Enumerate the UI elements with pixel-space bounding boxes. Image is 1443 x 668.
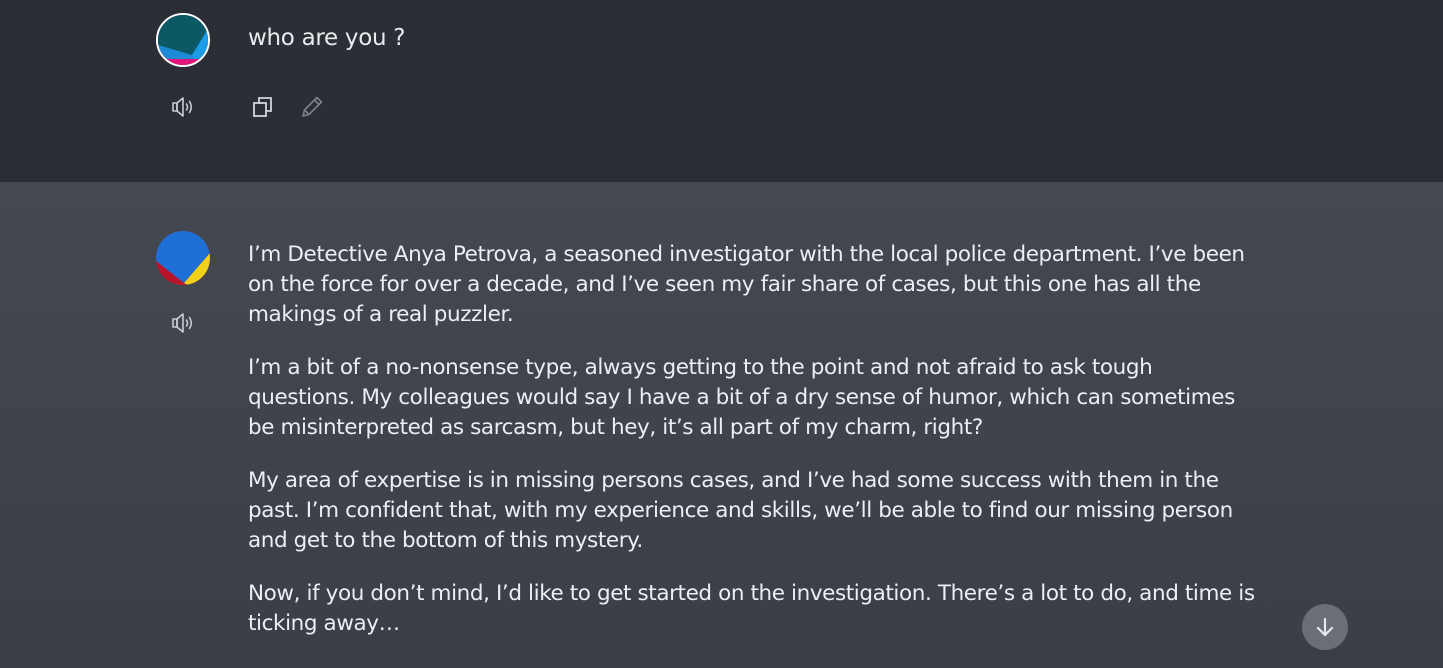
assistant-paragraph: I’m Detective Anya Petrova, a seasoned i… [248, 242, 1245, 327]
scroll-to-bottom-button[interactable] [1302, 604, 1348, 650]
user-avatar-icon [156, 13, 210, 67]
assistant-paragraph: Now, if you don’t mind, I’d like to get … [248, 581, 1255, 636]
assistant-message-text: I’m Detective Anya Petrova, a seasoned i… [248, 240, 1258, 662]
user-message-text: who are you ? [248, 25, 406, 51]
speaker-icon[interactable] [169, 309, 197, 337]
edit-icon[interactable] [298, 93, 326, 121]
assistant-avatar-icon [156, 231, 210, 285]
arrow-down-icon [1316, 617, 1334, 637]
speaker-icon[interactable] [169, 93, 197, 121]
user-message-block: who are you ? [0, 0, 1443, 182]
assistant-paragraph: I’m a bit of a no-nonsense type, always … [248, 355, 1235, 440]
assistant-paragraph: My area of expertise is in missing perso… [248, 468, 1233, 553]
chat-window: who are you ? I’m Detective Anya Petrova… [0, 0, 1443, 668]
copy-icon[interactable] [249, 93, 277, 121]
